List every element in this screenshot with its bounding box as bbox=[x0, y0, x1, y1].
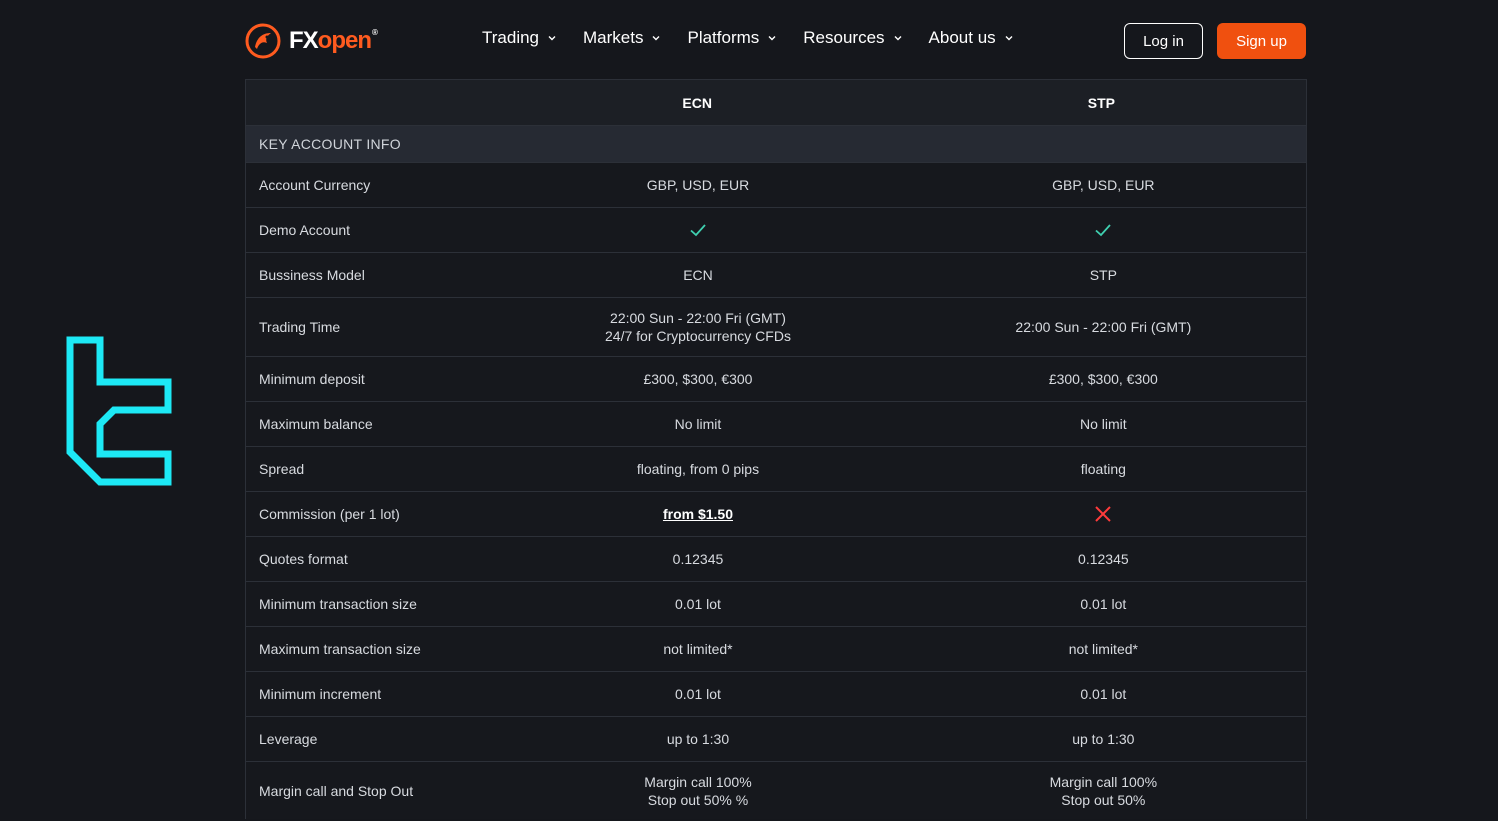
table-header: ECN STP bbox=[246, 80, 1306, 126]
row-label: Maximum balance bbox=[259, 416, 373, 432]
stp-value-line2: Stop out 50% bbox=[1061, 791, 1146, 808]
stp-value: No limit bbox=[1080, 416, 1127, 432]
fxopen-logo[interactable]: FXopen® bbox=[245, 22, 378, 60]
row-label: Margin call and Stop Out bbox=[259, 782, 414, 799]
brand-fx: FX bbox=[289, 27, 319, 54]
row-label: Account Currency bbox=[259, 177, 371, 193]
stp-value bbox=[901, 220, 1306, 240]
nav-markets-label: Markets bbox=[583, 28, 644, 47]
table-row: Trading Time 22:00 Sun - 22:00 Fri (GMT)… bbox=[246, 297, 1306, 356]
ecn-value: floating, from 0 pips bbox=[636, 461, 760, 477]
header-ecn: ECN bbox=[682, 94, 712, 111]
table-row: Maximum balance No limit No limit bbox=[246, 401, 1306, 446]
brand-registered: ® bbox=[372, 28, 378, 37]
table-row: Quotes format 0.12345 0.12345 bbox=[246, 536, 1306, 581]
stp-value: 0.01 lot bbox=[1080, 686, 1127, 702]
chevron-down-icon bbox=[768, 36, 776, 41]
commission-link[interactable]: from $1.50 bbox=[663, 506, 733, 522]
brand-wordmark: FXopen® bbox=[289, 27, 378, 54]
row-label: Maximum transaction size bbox=[259, 641, 421, 657]
ecn-value: up to 1:30 bbox=[666, 731, 730, 747]
ecn-value: 0.01 lot bbox=[675, 596, 721, 612]
table-row: Minimum increment 0.01 lot 0.01 lot bbox=[246, 671, 1306, 716]
site-header: FXopen® Trading Markets Platforms Resour… bbox=[245, 0, 1306, 80]
table-row: Maximum transaction size not limited* no… bbox=[246, 626, 1306, 671]
ecn-value: ECN bbox=[683, 267, 713, 283]
stp-value: GBP, USD, EUR bbox=[1052, 177, 1155, 193]
nav-resources-label: Resources bbox=[803, 28, 885, 47]
stp-value bbox=[901, 504, 1306, 524]
dragon-logo-icon bbox=[245, 23, 281, 59]
ecn-value-line2: Stop out 50% % bbox=[647, 791, 749, 808]
cross-icon bbox=[1095, 506, 1112, 522]
stp-value: STP bbox=[1089, 267, 1117, 283]
stp-value: up to 1:30 bbox=[1072, 731, 1135, 747]
ecn-value: 22:00 Sun - 22:00 Fri (GMT) 24/7 for Cry… bbox=[495, 309, 900, 345]
row-label: Bussiness Model bbox=[259, 267, 365, 283]
row-label: Spread bbox=[259, 461, 305, 477]
header-stp: STP bbox=[1087, 94, 1116, 111]
ecn-value: £300, $300, €300 bbox=[643, 371, 753, 387]
table-row: Demo Account bbox=[246, 207, 1306, 252]
side-watermark-logo-icon bbox=[66, 336, 172, 486]
table-row: Minimum transaction size 0.01 lot 0.01 l… bbox=[246, 581, 1306, 626]
nav-platforms[interactable]: Platforms bbox=[687, 28, 777, 48]
ecn-value: No limit bbox=[674, 416, 722, 432]
ecn-value: 0.01 lot bbox=[675, 686, 721, 702]
nav-markets[interactable]: Markets bbox=[583, 28, 661, 48]
ecn-value bbox=[495, 220, 900, 240]
chevron-down-icon bbox=[548, 36, 556, 41]
account-comparison-table: ECN STP KEY ACCOUNT INFO Account Currenc… bbox=[245, 79, 1307, 819]
nav-resources[interactable]: Resources bbox=[803, 28, 902, 48]
table-row: Commission (per 1 lot) from $1.50 bbox=[246, 491, 1306, 536]
table-row: Margin call and Stop Out Margin call 100… bbox=[246, 761, 1306, 819]
table-row: Minimum deposit £300, $300, €300 £300, $… bbox=[246, 356, 1306, 401]
table-row: Bussiness Model ECN STP bbox=[246, 252, 1306, 297]
nav-about-us[interactable]: About us bbox=[929, 28, 1014, 48]
ecn-value: GBP, USD, EUR bbox=[646, 177, 750, 193]
row-label: Demo Account bbox=[259, 222, 351, 238]
stp-value: 0.01 lot bbox=[1080, 596, 1127, 612]
table-row: Account Currency GBP, USD, EUR GBP, USD,… bbox=[246, 162, 1306, 207]
table-row: Leverage up to 1:30 up to 1:30 bbox=[246, 716, 1306, 761]
stp-value: not limited* bbox=[1068, 641, 1138, 657]
row-label: Minimum increment bbox=[259, 686, 382, 702]
stp-value: floating bbox=[1080, 461, 1126, 477]
table-row: Spread floating, from 0 pips floating bbox=[246, 446, 1306, 491]
stp-value: 0.12345 bbox=[1078, 551, 1129, 567]
nav-trading[interactable]: Trading bbox=[482, 28, 557, 48]
login-button[interactable]: Log in bbox=[1124, 23, 1203, 59]
stp-value: Margin call 100% Stop out 50% bbox=[901, 773, 1306, 809]
check-icon bbox=[690, 224, 706, 237]
ecn-value: from $1.50 bbox=[495, 505, 900, 523]
ecn-value: 0.12345 bbox=[672, 551, 724, 567]
stp-value: 22:00 Sun - 22:00 Fri (GMT) bbox=[1015, 319, 1192, 335]
row-label: Leverage bbox=[259, 731, 318, 747]
chevron-down-icon bbox=[1005, 36, 1013, 41]
stp-value: £300, $300, €300 bbox=[1048, 371, 1158, 387]
nav-trading-label: Trading bbox=[482, 28, 540, 47]
row-label: Commission (per 1 lot) bbox=[259, 506, 400, 522]
stp-value-line1: Margin call 100% bbox=[1049, 773, 1158, 790]
ecn-value-line1: Margin call 100% bbox=[644, 773, 752, 790]
ecn-value: not limited* bbox=[663, 641, 733, 657]
row-label: Minimum deposit bbox=[259, 371, 365, 387]
brand-open: open bbox=[317, 27, 372, 54]
signup-button[interactable]: Sign up bbox=[1217, 23, 1306, 59]
row-label: Minimum transaction size bbox=[259, 596, 417, 612]
ecn-value-line1: 22:00 Sun - 22:00 Fri (GMT) bbox=[610, 310, 786, 326]
ecn-value-line2: 24/7 for Cryptocurrency CFDs bbox=[605, 328, 791, 344]
nav-platforms-label: Platforms bbox=[687, 28, 760, 47]
nav-about-us-label: About us bbox=[928, 28, 996, 47]
chevron-down-icon bbox=[894, 36, 902, 41]
row-label: Quotes format bbox=[259, 551, 348, 567]
chevron-down-icon bbox=[652, 36, 660, 41]
section-key-account-info: KEY ACCOUNT INFO bbox=[246, 126, 1306, 162]
row-label: Trading Time bbox=[259, 319, 341, 335]
main-nav: Trading Markets Platforms Resources Abou… bbox=[482, 28, 1040, 48]
check-icon bbox=[1095, 224, 1111, 237]
ecn-value: Margin call 100% Stop out 50% % bbox=[495, 773, 900, 809]
